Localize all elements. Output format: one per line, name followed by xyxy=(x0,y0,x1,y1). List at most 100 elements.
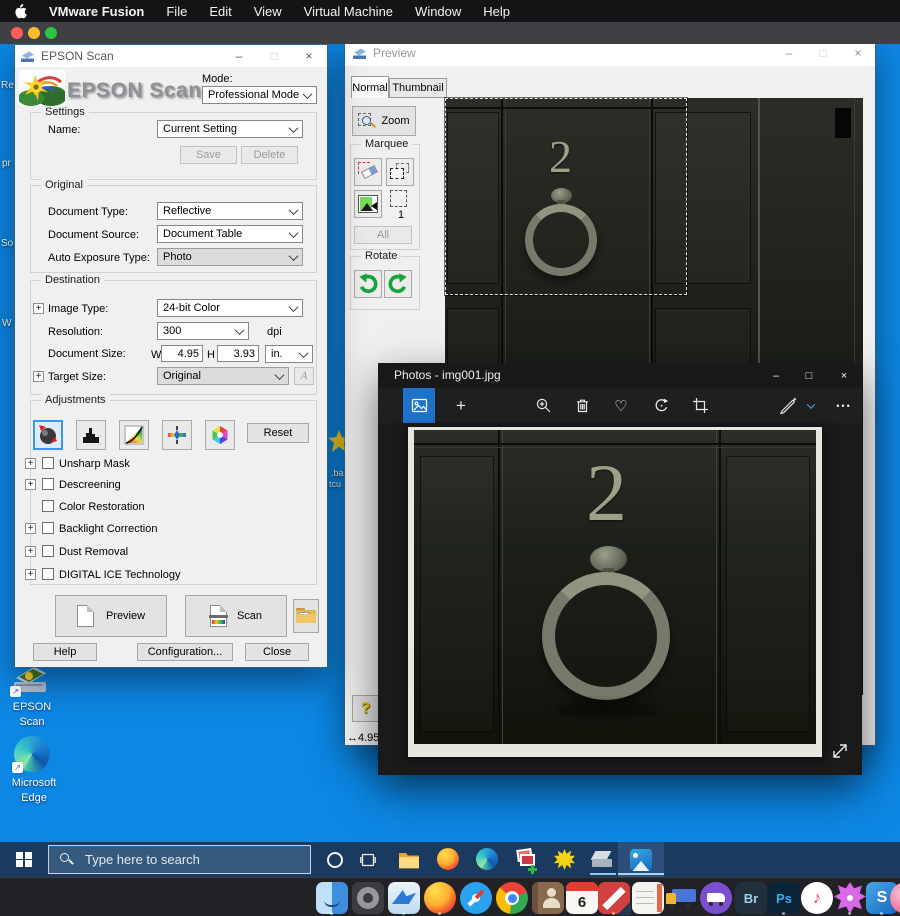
close-dialog-button[interactable]: Close xyxy=(245,643,309,661)
cortana-icon[interactable] xyxy=(327,852,343,868)
ledger-app-dock-icon[interactable] xyxy=(632,882,664,914)
unsharp-mask-expander[interactable]: + xyxy=(25,458,36,469)
apple-menu-icon[interactable] xyxy=(14,4,27,19)
target-size-select[interactable]: Original xyxy=(157,367,289,385)
digital-ice-expander[interactable]: + xyxy=(25,569,36,580)
rotate-left-button[interactable] xyxy=(354,270,382,298)
safari-dock-icon[interactable] xyxy=(460,882,492,914)
task-view-icon[interactable] xyxy=(360,852,376,868)
zoom-traffic-light[interactable] xyxy=(45,27,57,39)
vmware-fusion-dock-icon[interactable] xyxy=(598,882,630,914)
minimize-button[interactable]: – xyxy=(759,363,793,388)
zoom-button[interactable] xyxy=(524,388,562,423)
scanned-photo[interactable]: 2 xyxy=(408,427,822,757)
menu-file[interactable]: File xyxy=(166,4,187,19)
edit-create-dropdown[interactable] xyxy=(804,388,818,423)
preview-help-button[interactable]: ? xyxy=(352,695,379,722)
see-all-photos-button[interactable] xyxy=(403,388,435,423)
mail-dock-icon[interactable] xyxy=(388,882,420,914)
configuration-button[interactable]: Configuration... xyxy=(137,643,233,661)
menu-view[interactable]: View xyxy=(254,4,282,19)
itunes-dock-icon[interactable]: ♪ xyxy=(801,882,833,914)
save-button[interactable]: Save xyxy=(180,146,237,164)
color-restoration-checkbox[interactable] xyxy=(42,500,54,512)
marquee-selection[interactable] xyxy=(445,98,687,295)
close-button[interactable]: × xyxy=(842,42,874,64)
unsharp-mask-checkbox[interactable] xyxy=(42,457,54,469)
descreening-expander[interactable]: + xyxy=(25,479,36,490)
close-traffic-light[interactable] xyxy=(11,27,23,39)
chrome-dock-icon[interactable] xyxy=(496,882,528,914)
tab-normal[interactable]: Normal xyxy=(351,76,389,98)
help-button[interactable]: Help xyxy=(33,643,97,661)
delete-button[interactable] xyxy=(563,388,601,423)
document-type-select[interactable]: Reflective xyxy=(157,202,303,220)
firefox-dock-icon[interactable] xyxy=(424,882,456,914)
fullscreen-expand-icon[interactable] xyxy=(830,741,850,761)
mode-select[interactable]: Professional Mode xyxy=(202,86,317,104)
tone-curve-tool-button[interactable] xyxy=(119,420,149,450)
duplicate-marquee-button[interactable] xyxy=(386,158,414,186)
all-marquee-button[interactable]: All xyxy=(354,226,412,244)
add-button[interactable]: + xyxy=(446,388,476,423)
close-button[interactable]: × xyxy=(827,363,861,388)
taskbar-search-input[interactable] xyxy=(48,845,311,874)
descreening-checkbox[interactable] xyxy=(42,478,54,490)
size-unit-select[interactable]: in. xyxy=(265,345,313,363)
backlight-correction-expander[interactable]: + xyxy=(25,523,36,534)
dust-removal-expander[interactable]: + xyxy=(25,546,36,557)
rotate-button[interactable] xyxy=(642,388,680,423)
close-button[interactable]: × xyxy=(293,45,325,67)
photoshop-dock-icon[interactable]: Ps xyxy=(768,882,800,914)
auto-exposure-type-select[interactable]: Photo xyxy=(157,248,303,266)
delete-button[interactable]: Delete xyxy=(241,146,298,164)
system-preferences-dock-icon[interactable] xyxy=(352,882,384,914)
image-type-select[interactable]: 24-bit Color xyxy=(157,299,303,317)
contacts-dock-icon[interactable] xyxy=(532,882,564,914)
adobe-bridge-dock-icon[interactable]: Br xyxy=(735,882,767,914)
file-save-settings-button[interactable] xyxy=(293,599,319,633)
truck-app-dock-icon[interactable] xyxy=(666,882,698,914)
maximize-button[interactable]: □ xyxy=(792,363,826,388)
resolution-select[interactable]: 300 xyxy=(157,322,249,340)
scale-button[interactable]: A xyxy=(294,367,314,385)
delete-marquee-button[interactable] xyxy=(354,158,382,186)
maximize-button[interactable]: □ xyxy=(258,45,290,67)
minimize-traffic-light[interactable] xyxy=(28,27,40,39)
photos-taskbar-button[interactable] xyxy=(618,842,664,877)
firefox-taskbar-icon[interactable] xyxy=(437,848,459,870)
auto-locate-button[interactable] xyxy=(354,190,382,218)
favorite-button[interactable]: ♡ xyxy=(602,388,640,423)
edit-create-button[interactable] xyxy=(773,388,803,423)
epson-scan-taskbar-icon[interactable] xyxy=(592,850,614,869)
auto-exposure-tool-button[interactable] xyxy=(33,420,63,450)
edge-taskbar-icon[interactable] xyxy=(476,848,498,870)
menubar-app-name[interactable]: VMware Fusion xyxy=(49,4,144,19)
color-palette-tool-button[interactable] xyxy=(205,420,235,450)
scan-button[interactable]: Scan xyxy=(185,595,287,637)
calendar-dock-icon[interactable]: 6 xyxy=(566,882,598,914)
document-source-select[interactable]: Document Table xyxy=(157,225,303,243)
menu-window[interactable]: Window xyxy=(415,4,461,19)
crop-button[interactable] xyxy=(681,388,719,423)
minimize-button[interactable]: – xyxy=(223,45,255,67)
desktop-icon-epson-scan[interactable]: ↗ EPSON Scan xyxy=(8,664,56,722)
setting-name-select[interactable]: Current Setting xyxy=(157,120,303,138)
maximize-button[interactable]: □ xyxy=(807,42,839,64)
van-app-dock-icon[interactable] xyxy=(700,882,732,914)
finder-dock-icon[interactable] xyxy=(316,882,348,914)
file-explorer-icon[interactable] xyxy=(398,851,420,869)
digital-ice-checkbox[interactable] xyxy=(42,568,54,580)
start-button[interactable] xyxy=(0,842,48,877)
epson-smart-panel-icon[interactable] xyxy=(554,849,575,870)
height-input[interactable]: 3.93 xyxy=(217,345,259,362)
target-size-expander[interactable]: + xyxy=(33,371,44,382)
menu-help[interactable]: Help xyxy=(483,4,510,19)
menu-virtual-machine[interactable]: Virtual Machine xyxy=(304,4,393,19)
epson-photo-print-icon[interactable] xyxy=(515,849,536,869)
width-input[interactable]: 4.95 xyxy=(161,345,203,362)
desktop-icon-microsoft-edge[interactable]: ↗ Microsoft Edge xyxy=(8,736,60,802)
backlight-correction-checkbox[interactable] xyxy=(42,522,54,534)
preview-scan-button[interactable]: Preview xyxy=(55,595,167,637)
tab-thumbnail[interactable]: Thumbnail xyxy=(389,78,447,98)
